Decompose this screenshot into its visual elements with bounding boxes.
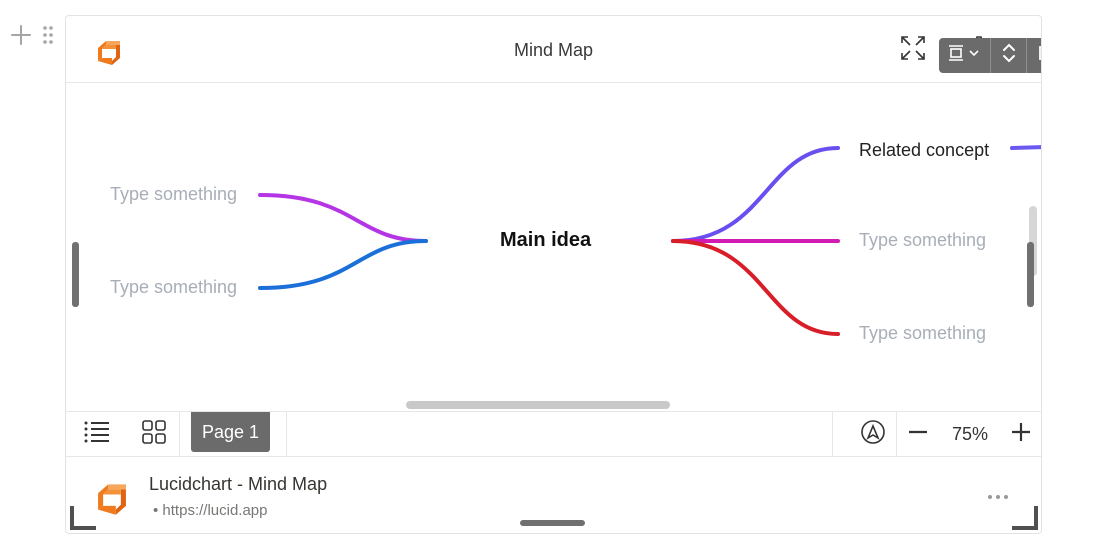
resize-handle-left[interactable]: [72, 242, 79, 307]
zoom-level[interactable]: 75%: [939, 424, 1001, 445]
frame-icon: [946, 43, 984, 68]
node-main-idea[interactable]: Main idea: [500, 229, 591, 252]
link-title[interactable]: Lucidchart - Mind Map: [149, 474, 327, 495]
connector-right-1: [671, 146, 840, 243]
link-more-icon[interactable]: [987, 487, 1009, 505]
zoom-in-icon: [1010, 421, 1032, 448]
connector-left-1: [258, 193, 428, 243]
horizontal-scrollbar[interactable]: [406, 401, 670, 409]
block-overlay-toolbar: [939, 38, 1041, 73]
resize-handle-bottom[interactable]: [520, 520, 585, 526]
drag-handle-icon[interactable]: [42, 24, 54, 46]
connector-right-3: [671, 239, 840, 336]
node-right-2[interactable]: Type something: [859, 230, 986, 251]
page-tab-1[interactable]: Page 1: [191, 412, 271, 452]
compass-icon: [860, 419, 886, 450]
resize-corner-bottom-left-icon[interactable]: [70, 504, 98, 535]
resize-button[interactable]: [991, 38, 1027, 73]
node-right-3[interactable]: Type something: [859, 323, 986, 344]
diagram-canvas[interactable]: Type something Type something Main idea …: [66, 83, 1041, 411]
lucidchart-embed[interactable]: Mind Map Type something Type something M…: [65, 15, 1042, 534]
connector-offscreen: [1010, 145, 1041, 150]
link-url[interactable]: • https://lucid.app: [153, 502, 268, 519]
outline-view-button[interactable]: [68, 412, 125, 456]
zoom-out-button[interactable]: [897, 412, 939, 456]
view-mode-button[interactable]: [939, 38, 991, 73]
node-related-concept[interactable]: Related concept: [859, 140, 989, 161]
resize-handle-right[interactable]: [1027, 242, 1034, 307]
node-left-1[interactable]: Type something: [110, 184, 237, 205]
connector-left-2: [258, 239, 428, 290]
embed-header: Mind Map: [66, 16, 1041, 83]
open-external-button[interactable]: [1027, 38, 1041, 73]
grid-view-button[interactable]: [125, 412, 182, 456]
list-icon: [83, 419, 111, 450]
fullscreen-icon[interactable]: [899, 34, 927, 62]
zoom-in-button[interactable]: [1001, 412, 1041, 456]
lucidchart-logo-icon: [93, 477, 131, 522]
lucid-bottom-bar: Page 1 75%: [66, 411, 1041, 457]
add-block-icon[interactable]: [10, 24, 32, 46]
resize-corner-bottom-right-icon[interactable]: [1010, 504, 1038, 535]
node-left-2[interactable]: Type something: [110, 277, 237, 298]
external-link-icon: [1036, 43, 1041, 68]
page-title: Mind Map: [513, 40, 594, 60]
chevron-up-down-icon: [1000, 42, 1018, 69]
zoom-out-icon: [907, 421, 929, 448]
block-handle: [10, 24, 54, 46]
grid-icon: [141, 419, 167, 450]
navigation-button[interactable]: [850, 412, 896, 456]
